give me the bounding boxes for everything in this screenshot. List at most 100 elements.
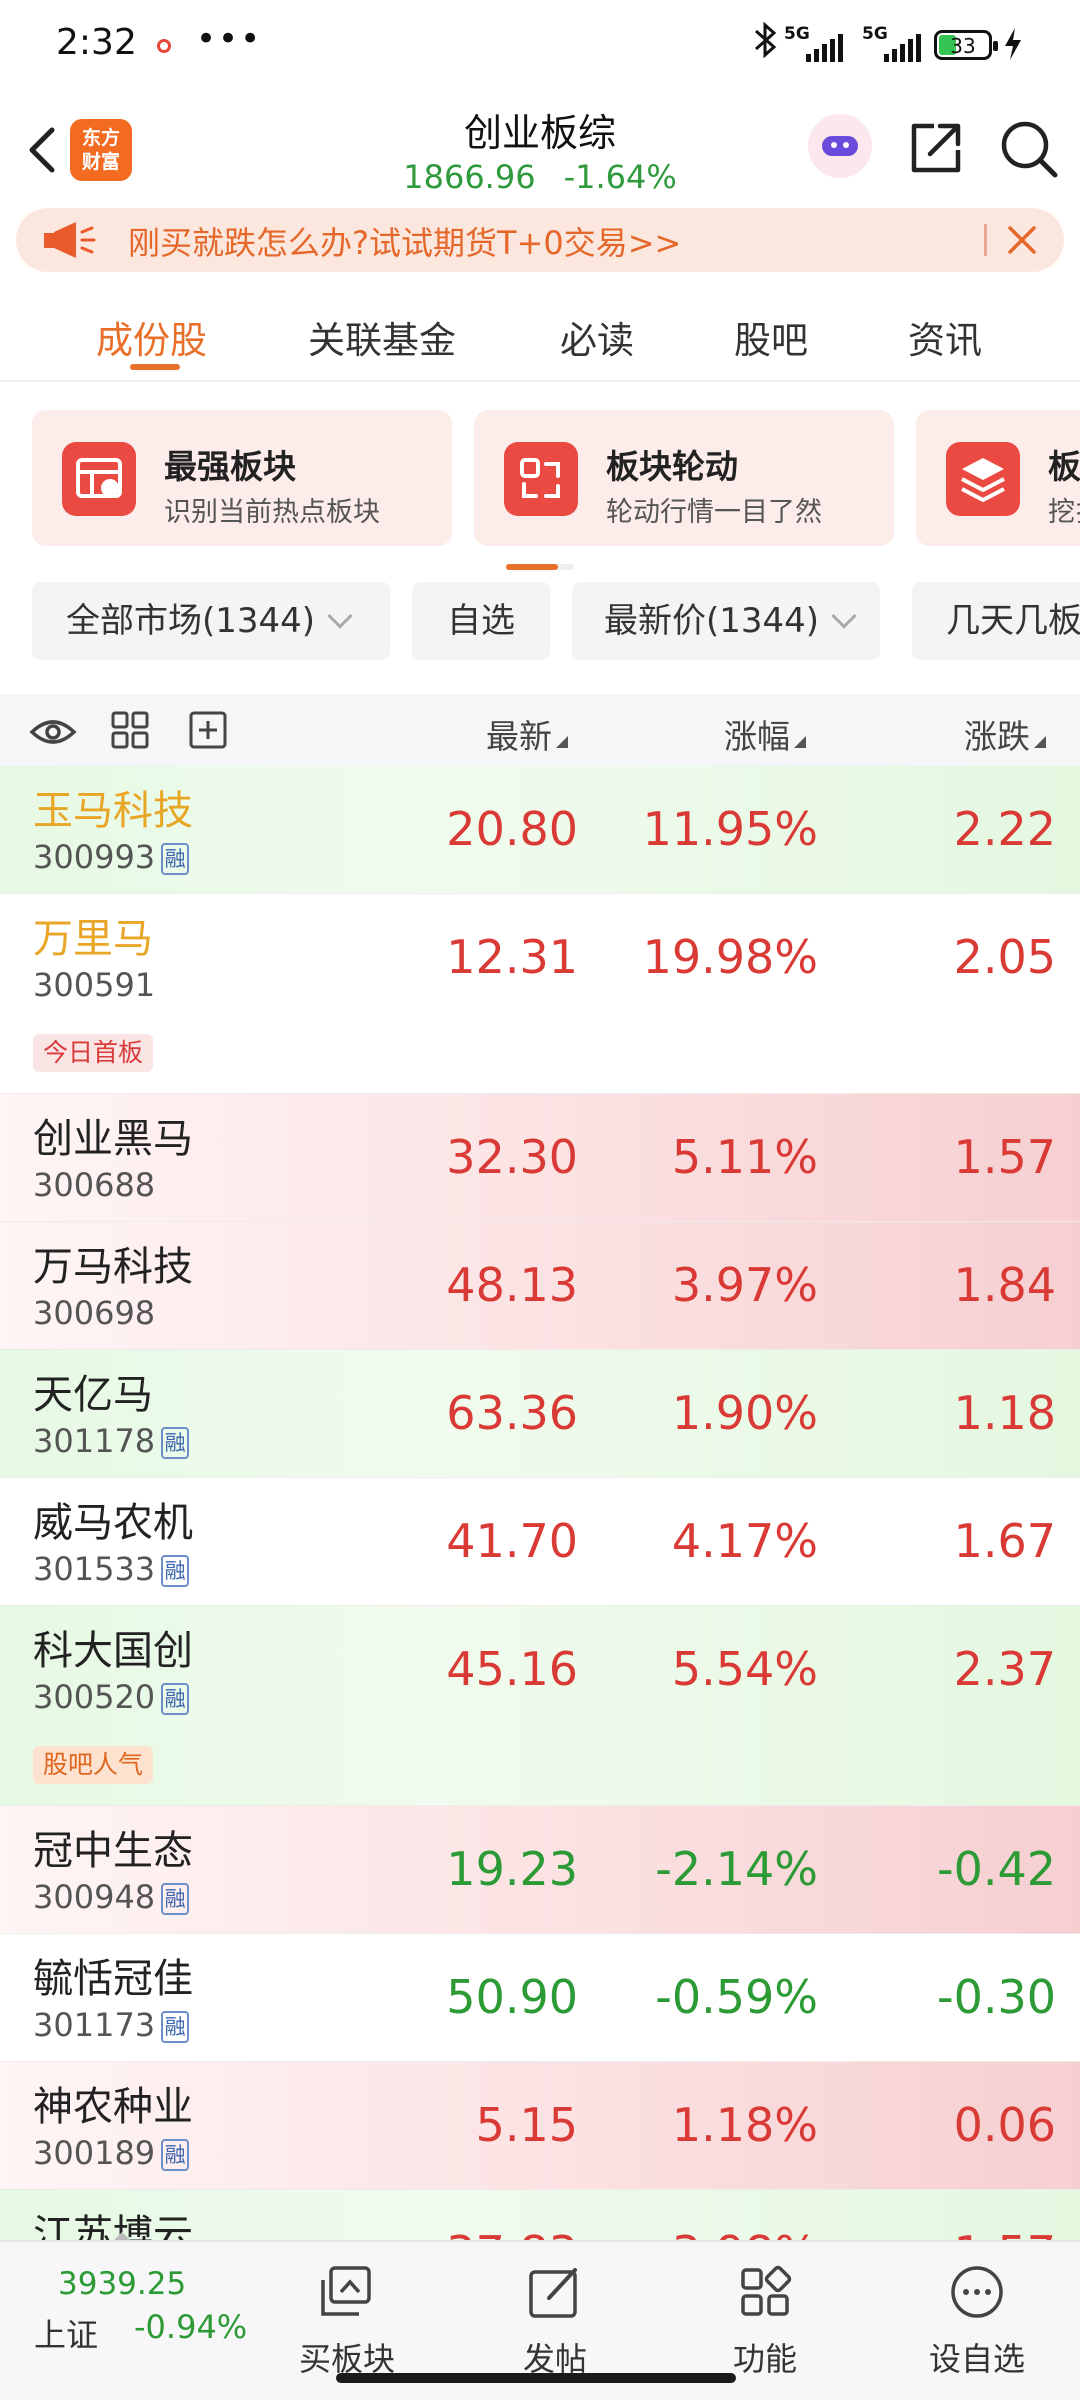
stock-code: 300698	[33, 1294, 156, 1332]
stock-code: 301178	[33, 1422, 156, 1460]
stock-row[interactable]: 创业黑马 300688 32.30 5.11% 1.57	[0, 1094, 1080, 1222]
sse-index-name[interactable]: 上证	[34, 2310, 98, 2356]
stock-code: 300189	[33, 2134, 156, 2172]
bluetooth-icon	[755, 21, 777, 59]
tool-subtitle: 识别当前热点板块	[164, 497, 380, 528]
stock-code-line: 300591	[33, 966, 155, 1004]
stock-name: 科大国创	[33, 1628, 193, 1674]
search-icon[interactable]	[998, 118, 1060, 180]
share-icon[interactable]	[906, 118, 966, 178]
functions-button[interactable]: 功能	[700, 2256, 830, 2378]
stock-price: 45.16	[446, 1642, 578, 1696]
notification-icon	[157, 39, 171, 53]
stock-change: 2.22	[953, 802, 1056, 856]
more-notifications-icon: •••	[196, 19, 263, 59]
stock-code-line: 300688	[33, 1166, 155, 1204]
stock-price: 19.23	[446, 1842, 578, 1896]
more-circle-icon	[951, 2266, 1003, 2318]
sort-icon	[1034, 736, 1046, 748]
chevron-down-icon	[327, 603, 353, 629]
add-watchlist-button[interactable]: 设自选	[912, 2256, 1042, 2378]
stock-row[interactable]: 万里马 300591 今日首板 12.31 19.98% 2.05	[0, 894, 1080, 1094]
status-bar: 2:32 ••• 5G 5G 33	[0, 0, 1080, 90]
tab-forum[interactable]: 股吧	[734, 310, 808, 364]
stock-row[interactable]: 神农种业 300189 融 5.15 1.18% 0.06	[0, 2062, 1080, 2190]
signal-icon: 5G	[784, 24, 846, 64]
tab-constituents[interactable]: 成份股	[96, 310, 207, 364]
tab-bar: 成份股 关联基金 必读 股吧 资讯	[0, 290, 1080, 382]
stock-change-pct: 5.54%	[671, 1642, 818, 1696]
tool-card-sector-rotation[interactable]: 板块轮动 轮动行情一目了然	[474, 410, 894, 546]
sse-index-value[interactable]: 3939.25	[58, 2266, 186, 2302]
column-header-price[interactable]: 最新	[486, 710, 568, 758]
margin-trading-badge: 融	[161, 2011, 190, 2043]
expand-caret-icon[interactable]	[114, 2232, 130, 2240]
stock-price: 48.13	[446, 1258, 578, 1312]
sse-index-change[interactable]: -0.94%	[134, 2308, 247, 2346]
market-filter-dropdown[interactable]: 全部市场(1344)	[32, 582, 390, 660]
stock-row[interactable]: 毓恬冠佳 301173 融 50.90 -0.59% -0.30	[0, 1934, 1080, 2062]
stock-price: 50.90	[446, 1970, 578, 2024]
margin-trading-badge: 融	[161, 2139, 190, 2171]
margin-trading-badge: 融	[161, 1427, 190, 1459]
cards-scroll-indicator	[506, 564, 574, 570]
column-header-change[interactable]: 涨跌	[964, 710, 1046, 758]
eye-icon[interactable]	[28, 712, 78, 752]
stock-row[interactable]: 玉马科技 300993 融 20.80 11.95% 2.22	[0, 766, 1080, 894]
signal-icon-2: 5G	[862, 24, 924, 64]
limit-up-days-filter[interactable]: 几天几板	[912, 582, 1080, 660]
banner-text: 刚买就跌怎么办?试试期货T+0交易>>	[128, 224, 682, 262]
banner-divider	[984, 224, 987, 256]
stock-name: 江苏博云	[33, 2212, 193, 2240]
buy-sector-button[interactable]: 买板块	[282, 2256, 412, 2378]
stock-change-pct: 19.98%	[642, 930, 818, 984]
stock-row[interactable]: 万马科技 300698 48.13 3.97% 1.84	[0, 1222, 1080, 1350]
charging-icon	[1005, 28, 1021, 60]
add-column-icon[interactable]	[188, 710, 228, 750]
stock-change-pct: -2.14%	[655, 1842, 818, 1896]
stock-code: 301173	[33, 2006, 156, 2044]
market-filter-label: 全部市场(1344)	[66, 601, 316, 641]
stock-code-line: 301178 融	[33, 1422, 190, 1460]
stock-name: 万里马	[33, 916, 153, 962]
megaphone-icon	[44, 222, 96, 258]
assistant-robot-icon[interactable]	[808, 114, 872, 178]
home-indicator[interactable]	[336, 2373, 736, 2383]
index-change-pct: -1.64%	[563, 158, 677, 196]
column-header-price-label: 最新	[486, 717, 552, 756]
stock-row[interactable]: 科大国创 300520 融股吧人气 45.16 5.54% 2.37	[0, 1606, 1080, 1806]
tab-related-funds[interactable]: 关联基金	[308, 310, 456, 364]
promo-banner[interactable]: 刚买就跌怎么办?试试期货T+0交易>>	[16, 208, 1064, 272]
tab-news[interactable]: 资讯	[908, 310, 982, 364]
stock-code-line: 300189 融	[33, 2134, 190, 2172]
stock-change-pct: 1.90%	[671, 1386, 818, 1440]
column-header-pct[interactable]: 涨幅	[724, 710, 806, 758]
stock-list: 玉马科技 300993 融 20.80 11.95% 2.22 万里马 300591 今日首板 1…	[0, 766, 1080, 2240]
tool-card-third[interactable]: 板 挖扌	[916, 410, 1080, 546]
stock-change-pct: 4.17%	[671, 1514, 818, 1568]
price-filter-label: 最新价(1344)	[604, 601, 820, 641]
sort-icon	[794, 736, 806, 748]
watchlist-filter[interactable]: 自选	[412, 582, 550, 660]
margin-trading-badge: 融	[161, 843, 190, 875]
close-icon[interactable]	[1000, 218, 1044, 262]
battery-icon: 33	[934, 30, 998, 60]
stock-row[interactable]: 威马农机 301533 融 41.70 4.17% 1.67	[0, 1478, 1080, 1606]
stock-price: 41.70	[446, 1514, 578, 1568]
watchlist-filter-label: 自选	[447, 601, 515, 641]
stock-code-line: 300698	[33, 1294, 155, 1332]
stock-price: 32.30	[446, 1130, 578, 1184]
post-button[interactable]: 发帖	[490, 2256, 620, 2378]
tool-title: 板块轮动	[606, 447, 738, 486]
tool-title: 最强板块	[164, 447, 296, 486]
battery-level: 33	[950, 34, 976, 58]
tool-card-strongest-sector[interactable]: 最强板块 识别当前热点板块	[32, 410, 452, 546]
stock-row[interactable]: 江苏博云 37.83 3.98% 1.57	[0, 2190, 1080, 2240]
stock-row[interactable]: 天亿马 301178 融 63.36 1.90% 1.18	[0, 1350, 1080, 1478]
grid-view-icon[interactable]	[110, 710, 150, 750]
tool-title: 板	[1048, 447, 1080, 486]
stock-name: 万马科技	[33, 1244, 193, 1290]
price-filter-dropdown[interactable]: 最新价(1344)	[572, 582, 880, 660]
stock-row[interactable]: 冠中生态 300948 融 19.23 -2.14% -0.42	[0, 1806, 1080, 1934]
tab-must-read[interactable]: 必读	[560, 310, 634, 364]
